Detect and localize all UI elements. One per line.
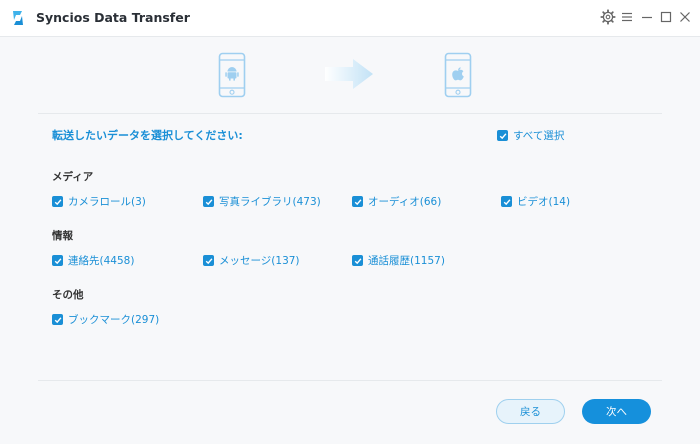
checkbox-checked-icon <box>352 255 363 266</box>
bottom-divider <box>38 380 662 381</box>
checkbox-checked-icon <box>352 196 363 207</box>
syncios-logo-icon <box>13 11 23 25</box>
checkbox-photo-library[interactable]: 写真ライブラリ(473) <box>203 194 321 209</box>
checkbox-checked-icon <box>203 196 214 207</box>
main-panel: 転送したいデータを選択してください: すべて選択 メディア カメラロール(3) … <box>0 37 700 444</box>
checkbox-checked-icon <box>52 196 63 207</box>
menu-icon[interactable] <box>619 9 635 25</box>
minimize-icon[interactable] <box>639 9 655 25</box>
contacts-label: 連絡先(4458) <box>68 255 135 267</box>
back-button[interactable]: 戻る <box>496 399 565 424</box>
photo-library-label: 写真ライブラリ(473) <box>219 196 321 208</box>
next-button[interactable]: 次へ <box>582 399 651 424</box>
transfer-arrow-icon <box>325 59 373 89</box>
checkbox-checked-icon <box>52 255 63 266</box>
android-phone-icon <box>218 52 246 98</box>
bookmarks-label: ブックマーク(297) <box>68 314 160 326</box>
call-history-label: 通話履歴(1157) <box>368 255 445 267</box>
checkbox-checked-icon <box>203 255 214 266</box>
maximize-icon[interactable] <box>658 9 674 25</box>
section-title-media: メディア <box>52 171 94 183</box>
checkbox-video[interactable]: ビデオ(14) <box>501 194 570 209</box>
checkbox-bookmarks[interactable]: ブックマーク(297) <box>52 312 159 327</box>
checkbox-checked-icon <box>497 130 508 141</box>
checkbox-checked-icon <box>501 196 512 207</box>
audio-label: オーディオ(66) <box>368 196 442 208</box>
checkbox-audio[interactable]: オーディオ(66) <box>352 194 441 209</box>
checkbox-checked-icon <box>52 314 63 325</box>
section-title-other: その他 <box>52 289 84 301</box>
checkbox-messages[interactable]: メッセージ(137) <box>203 253 300 268</box>
app-title: Syncios Data Transfer <box>36 10 190 25</box>
video-label: ビデオ(14) <box>517 196 571 208</box>
messages-label: メッセージ(137) <box>219 255 300 267</box>
section-title-info: 情報 <box>52 230 73 242</box>
title-bar: Syncios Data Transfer <box>0 0 700 37</box>
select-all-label: すべて選択 <box>513 130 565 142</box>
checkbox-call-history[interactable]: 通話履歴(1157) <box>352 253 445 268</box>
select-all-checkbox[interactable]: すべて選択 <box>497 128 564 143</box>
top-divider <box>38 113 662 114</box>
select-prompt: 転送したいデータを選択してください: <box>52 129 243 142</box>
camera-roll-label: カメラロール(3) <box>68 196 146 208</box>
close-icon[interactable] <box>677 9 693 25</box>
apple-phone-icon <box>444 52 472 98</box>
settings-gear-icon[interactable] <box>600 9 616 25</box>
checkbox-contacts[interactable]: 連絡先(4458) <box>52 253 134 268</box>
checkbox-camera-roll[interactable]: カメラロール(3) <box>52 194 146 209</box>
